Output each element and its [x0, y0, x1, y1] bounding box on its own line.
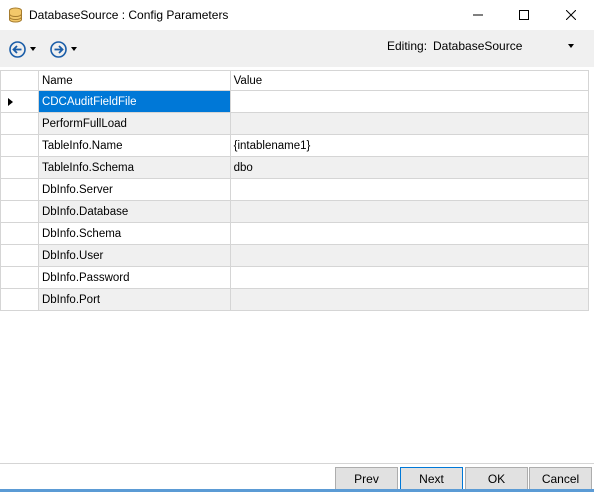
row-selector[interactable]	[1, 157, 39, 179]
value-cell[interactable]	[230, 179, 589, 201]
column-header-value[interactable]: Value	[231, 71, 589, 91]
chevron-down-icon[interactable]	[30, 47, 36, 51]
value-cell[interactable]	[230, 289, 589, 311]
title-bar: DatabaseSource : Config Parameters	[0, 0, 594, 30]
table-row[interactable]: DbInfo.Password	[1, 267, 589, 289]
value-cell[interactable]: {intablename1}	[230, 135, 589, 157]
row-selector[interactable]	[1, 245, 39, 267]
row-selector[interactable]	[1, 223, 39, 245]
maximize-icon	[519, 10, 529, 20]
toolbar: Editing: DatabaseSource	[0, 30, 594, 67]
prev-button[interactable]: Prev	[335, 467, 398, 491]
name-cell[interactable]: DbInfo.Database	[38, 201, 231, 223]
table-row[interactable]: DbInfo.Schema	[1, 223, 589, 245]
table-row[interactable]: DbInfo.Port	[1, 289, 589, 311]
table-row[interactable]: TableInfo.Name {intablename1}	[1, 135, 589, 157]
footer-button-bar: Prev Next OK Cancel	[0, 464, 594, 492]
parameters-grid: Name Value CDCAuditFieldFile PerformFull…	[0, 70, 589, 311]
row-selector[interactable]	[1, 179, 39, 201]
forward-button[interactable]	[50, 39, 80, 59]
value-cell[interactable]	[230, 267, 589, 289]
table-row[interactable]: DbInfo.User	[1, 245, 589, 267]
row-selector[interactable]	[1, 267, 39, 289]
editing-dropdown-value: DatabaseSource	[433, 39, 523, 53]
minimize-button[interactable]	[455, 0, 501, 30]
column-header-name[interactable]: Name	[39, 71, 231, 91]
value-cell[interactable]	[230, 91, 589, 113]
name-cell[interactable]: DbInfo.Server	[38, 179, 231, 201]
table-row[interactable]: CDCAuditFieldFile	[1, 91, 589, 113]
value-cell[interactable]	[230, 223, 589, 245]
dropdown-arrow-icon	[568, 44, 574, 48]
editing-dropdown[interactable]: DatabaseSource	[430, 36, 580, 56]
editing-label: Editing:	[387, 39, 428, 53]
row-selector[interactable]	[1, 135, 39, 157]
value-cell[interactable]	[230, 113, 589, 135]
minimize-icon	[473, 14, 483, 16]
forward-arrow-icon	[50, 40, 67, 58]
database-icon	[8, 7, 23, 23]
row-selector[interactable]	[1, 289, 39, 311]
value-cell[interactable]: dbo	[230, 157, 589, 179]
current-row-icon	[8, 97, 13, 106]
row-selector[interactable]	[1, 113, 39, 135]
cancel-button[interactable]: Cancel	[529, 467, 592, 491]
value-cell[interactable]	[230, 201, 589, 223]
name-cell[interactable]: DbInfo.Port	[38, 289, 231, 311]
table-row[interactable]: PerformFullLoad	[1, 113, 589, 135]
close-icon	[566, 10, 576, 20]
value-cell[interactable]	[230, 245, 589, 267]
name-cell[interactable]: DbInfo.User	[38, 245, 231, 267]
grid-header: Name Value	[1, 70, 589, 91]
back-arrow-icon	[9, 40, 26, 58]
name-cell[interactable]: TableInfo.Schema	[38, 157, 231, 179]
name-cell[interactable]: DbInfo.Schema	[38, 223, 231, 245]
row-selector[interactable]	[1, 91, 39, 113]
name-cell[interactable]: DbInfo.Password	[38, 267, 231, 289]
table-row[interactable]: TableInfo.Schema dbo	[1, 157, 589, 179]
parameters-grid-area: Name Value CDCAuditFieldFile PerformFull…	[0, 70, 594, 463]
name-cell[interactable]: PerformFullLoad	[38, 113, 231, 135]
table-row[interactable]: DbInfo.Database	[1, 201, 589, 223]
name-cell[interactable]: TableInfo.Name	[38, 135, 231, 157]
row-selector[interactable]	[1, 201, 39, 223]
close-button[interactable]	[548, 0, 594, 30]
ok-button[interactable]: OK	[465, 467, 528, 491]
maximize-button[interactable]	[501, 0, 547, 30]
table-row[interactable]: DbInfo.Server	[1, 179, 589, 201]
name-cell[interactable]: CDCAuditFieldFile	[38, 91, 231, 113]
next-button[interactable]: Next	[400, 467, 463, 491]
chevron-down-icon[interactable]	[71, 47, 77, 51]
row-header-corner	[1, 71, 39, 91]
window-title: DatabaseSource : Config Parameters	[29, 8, 229, 22]
back-button[interactable]	[9, 39, 39, 59]
